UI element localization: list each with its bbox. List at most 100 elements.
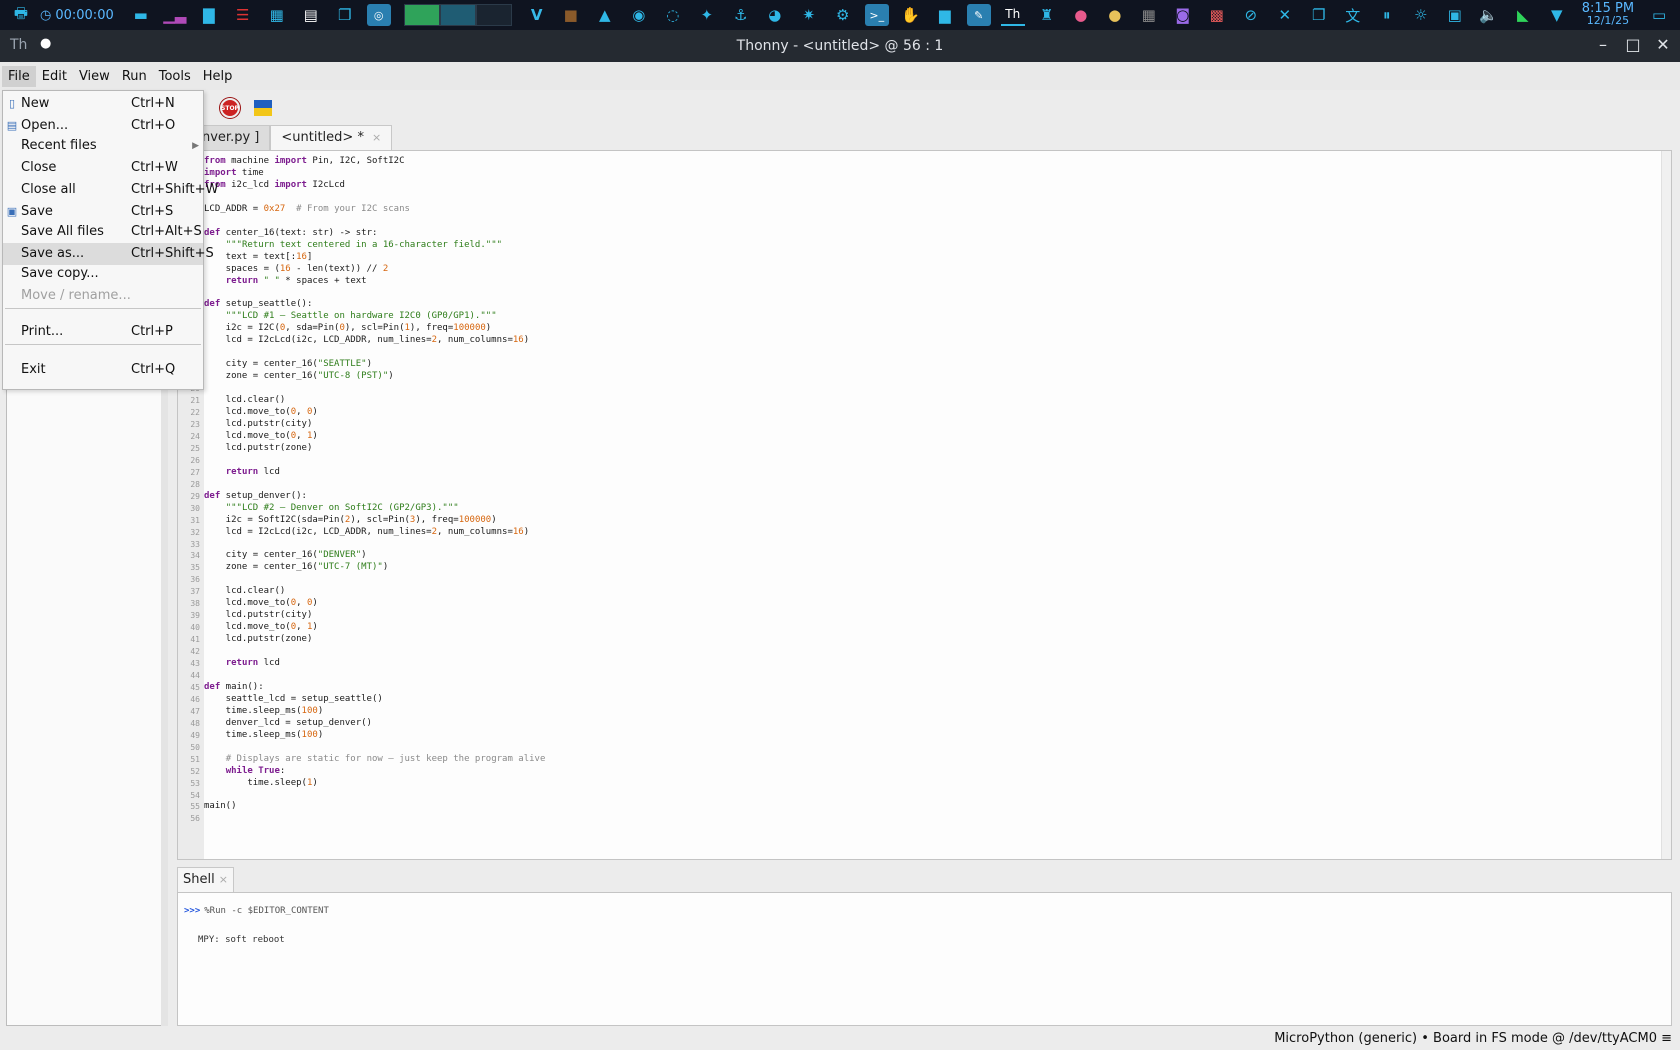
color-picker-icon[interactable]: ● (1103, 4, 1127, 26)
code-line[interactable]: 3from i2c_lcd import I2cLcd (195, 180, 1659, 192)
brain-icon[interactable]: ◌ (661, 4, 685, 26)
settings-icon[interactable]: ⚙ (831, 4, 855, 26)
code-line[interactable]: 20 (190, 383, 1659, 395)
hand-icon[interactable]: ✋ (899, 4, 923, 26)
code-line[interactable]: 28 (190, 479, 1659, 491)
timer[interactable]: ◷ 00:00:00 (40, 8, 114, 23)
file-menu-item[interactable]: Save copy... (3, 263, 203, 285)
code-line[interactable]: 21 lcd.clear() (190, 395, 1659, 407)
menu-help[interactable]: Help (197, 66, 239, 87)
code-line[interactable]: 16 lcd = I2cLcd(i2c, LCD_ADDR, num_lines… (190, 335, 1659, 347)
code-line[interactable]: 23 lcd.putstr(city) (190, 419, 1659, 431)
code-line[interactable]: 33 (190, 539, 1659, 551)
calculator-icon[interactable]: ▦ (265, 4, 289, 26)
code-line[interactable]: 4 (195, 192, 1659, 204)
code-line[interactable]: 8 """Return text centered in a 16-charac… (195, 240, 1659, 252)
code-line[interactable]: 40 lcd.move_to(0, 1) (190, 622, 1659, 634)
code-line[interactable]: 2import time (195, 168, 1659, 180)
code-line[interactable]: 51 # Displays are static for now – just … (190, 754, 1659, 766)
file-menu-item[interactable]: Exit Ctrl+Q (3, 359, 203, 381)
code-line[interactable]: 37 lcd.clear() (190, 586, 1659, 598)
code-line[interactable]: 9 text = text[:16] (195, 252, 1659, 264)
code-area[interactable]: 1from machine import Pin, I2C, SoftI2C2i… (190, 156, 1659, 825)
code-line[interactable]: 41 lcd.putstr(zone) (190, 634, 1659, 646)
workspace-pager[interactable] (403, 4, 512, 26)
code-line[interactable]: 19 zone = center_16("UTC-8 (PST)") (190, 371, 1659, 383)
code-line[interactable]: 36 (190, 574, 1659, 586)
ukraine-flag-icon[interactable] (254, 100, 272, 116)
chevron-down-icon[interactable]: ▼ (1545, 4, 1569, 26)
tab-close-icon[interactable]: × (219, 873, 228, 886)
tab-untitled[interactable]: <untitled> * × (270, 125, 393, 150)
code-line[interactable]: 22 lcd.move_to(0, 0) (190, 407, 1659, 419)
gimp-icon[interactable]: ✦ (695, 4, 719, 26)
vim-icon[interactable]: V (525, 4, 549, 26)
volume-icon[interactable]: 🔈 (1477, 4, 1501, 26)
discord-icon[interactable]: ◙ (1171, 4, 1195, 26)
translate-icon[interactable]: 文 (1341, 4, 1365, 26)
code-line[interactable]: 54 (190, 790, 1659, 802)
code-line[interactable]: 49 time.sleep_ms(100) (190, 730, 1659, 742)
code-line[interactable]: 55 main() (190, 801, 1659, 813)
code-line[interactable]: 31 i2c = SoftI2C(sda=Pin(2), scl=Pin(3),… (190, 515, 1659, 527)
code-line[interactable]: 47 time.sleep_ms(100) (190, 706, 1659, 718)
grid-app-icon[interactable]: ▩ (1205, 4, 1229, 26)
code-line[interactable]: 34 city = center_16("DENVER") (190, 550, 1659, 562)
vpn-icon[interactable]: ⊘ (1239, 4, 1263, 26)
clock[interactable]: 8:15 PM 12/1/25 (1582, 2, 1634, 27)
file-menu-item[interactable]: ▤ Open... Ctrl+O (3, 115, 203, 137)
file-menu-item[interactable]: Close all Ctrl+Shift+W (3, 179, 218, 201)
editor-scrollbar[interactable] (1661, 151, 1671, 859)
code-line[interactable]: 43 return lcd (190, 658, 1659, 670)
file-menu-item[interactable]: ▣ Save Ctrl+S (3, 201, 203, 223)
code-line[interactable]: 56 (190, 813, 1659, 825)
wifi-icon[interactable]: ◣ (1511, 4, 1535, 26)
code-line[interactable]: 17 (190, 347, 1659, 359)
menu-file[interactable]: File (2, 65, 36, 87)
screenshot-icon[interactable]: ◎ (366, 4, 391, 26)
code-line[interactable]: 10 spaces = (16 - len(text)) // 2 (190, 264, 1659, 276)
maximize-button[interactable]: □ (1622, 35, 1644, 54)
tab-shell[interactable]: Shell × (177, 867, 234, 892)
minecraft-icon[interactable]: ■ (559, 4, 583, 26)
menu-view[interactable]: View (73, 66, 116, 87)
color-wheel-icon[interactable]: ● (1069, 4, 1093, 26)
code-line[interactable]: 39 lcd.putstr(city) (190, 610, 1659, 622)
code-line[interactable]: 15 i2c = I2C(0, sda=Pin(0), scl=Pin(1), … (190, 323, 1659, 335)
code-editor[interactable]: 1from machine import Pin, I2C, SoftI2C2i… (177, 150, 1672, 860)
code-line[interactable]: 29 def setup_denver(): (190, 491, 1659, 503)
code-line[interactable]: 38 lcd.move_to(0, 0) (190, 598, 1659, 610)
shell-console[interactable]: >>> %Run -c $EDITOR_CONTENT MPY: soft reb… (177, 892, 1672, 1026)
drive-icon[interactable]: ▣ (1443, 4, 1467, 26)
print-icon[interactable]: 🖶 (9, 4, 33, 26)
close-button[interactable]: ✕ (1652, 35, 1674, 54)
file-menu-item[interactable]: Recent files ▶ (3, 135, 203, 157)
code-line[interactable]: 24 lcd.move_to(0, 1) (190, 431, 1659, 443)
code-line[interactable]: 7def center_16(text: str) -> str: (195, 228, 1659, 240)
aperture-icon[interactable]: ◉ (627, 4, 651, 26)
obs-icon[interactable]: ◕ (763, 4, 787, 26)
file-menu-item[interactable]: Save as... Ctrl+Shift+S (3, 243, 214, 265)
code-line[interactable]: 44 (190, 670, 1659, 682)
minimize-button[interactable]: – (1592, 35, 1614, 54)
code-line[interactable]: 18 city = center_16("SEATTLE") (190, 359, 1659, 371)
show-desktop-icon[interactable]: ▭ (1647, 4, 1671, 26)
code-line[interactable]: 13def setup_seattle(): (190, 299, 1659, 311)
menu-run[interactable]: Run (116, 66, 153, 87)
code-line[interactable]: 48 denver_lcd = setup_denver() (190, 718, 1659, 730)
file-menu-item[interactable]: Close Ctrl+W (3, 157, 203, 179)
code-line[interactable]: 42 (190, 646, 1659, 658)
tab-close-icon[interactable]: × (372, 131, 381, 144)
code-line[interactable]: 30 """LCD #2 – Denver on SoftI2C (GP2/GP… (190, 503, 1659, 515)
ink-icon[interactable]: ✎ (966, 4, 991, 26)
camera-icon[interactable]: ✷ (797, 4, 821, 26)
menu-tools[interactable]: Tools (153, 66, 197, 87)
calendar-icon[interactable]: ▤ (299, 4, 323, 26)
terminal-icon[interactable]: >_ (864, 4, 889, 26)
code-line[interactable]: 53 time.sleep(1) (190, 778, 1659, 790)
thonny-icon[interactable]: Th (1000, 4, 1025, 26)
code-line[interactable]: 35 zone = center_16("UTC-7 (MT)") (190, 562, 1659, 574)
code-line[interactable]: 32 lcd = I2cLcd(i2c, LCD_ADDR, num_lines… (190, 527, 1659, 539)
code-line[interactable]: 11 return " " * spaces + text (190, 276, 1659, 288)
arduino-icon[interactable]: ▲ (593, 4, 617, 26)
